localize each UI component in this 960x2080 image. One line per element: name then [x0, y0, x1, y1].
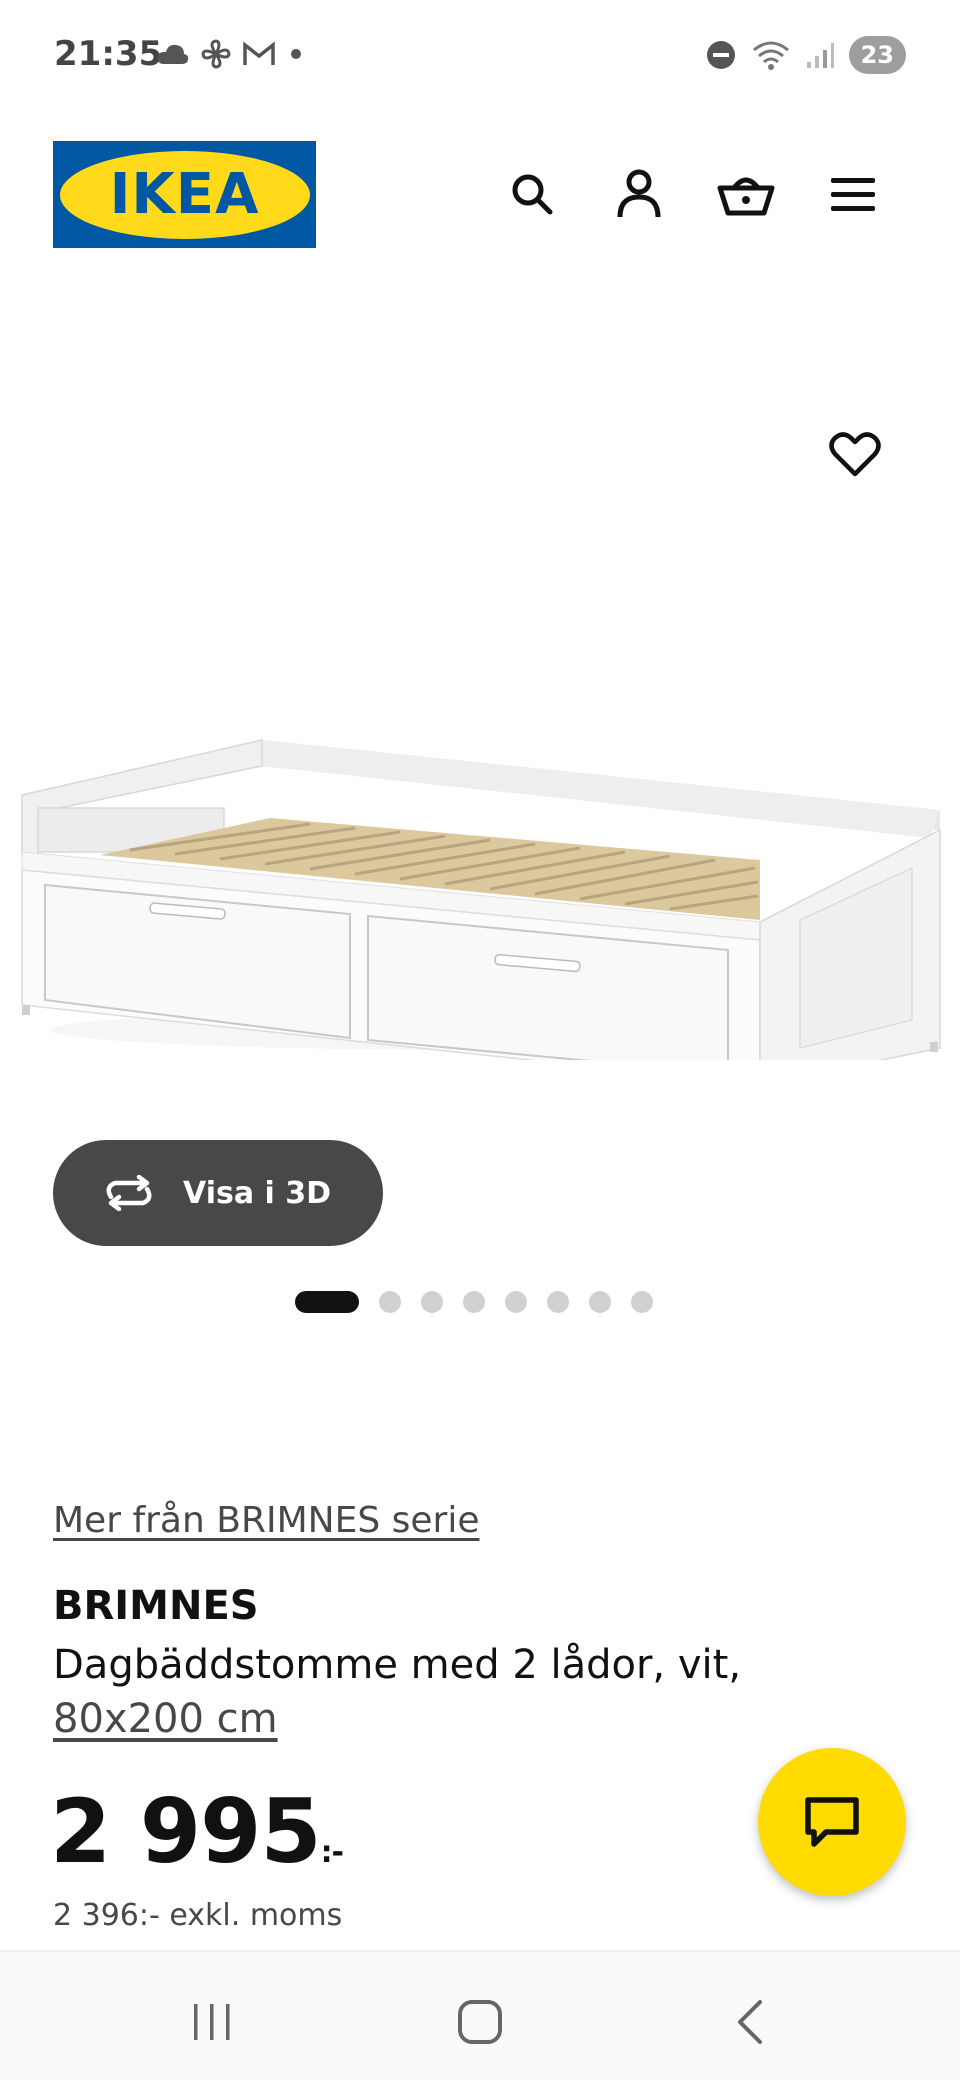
search-icon: [512, 174, 553, 215]
cart-button[interactable]: [714, 162, 778, 226]
product-gallery[interactable]: Visa i 3D: [0, 280, 960, 1390]
system-nav-bar: [0, 1950, 960, 2080]
menu-icon: [831, 178, 875, 211]
product-size-link[interactable]: 80x200 cm: [53, 1696, 278, 1742]
product-description-text: Dagbäddstomme med 2 lådor, vit,: [53, 1642, 742, 1688]
fan-icon: [201, 39, 231, 69]
status-right-icons: 23: [705, 36, 906, 74]
search-button[interactable]: [500, 162, 564, 226]
home-button[interactable]: [450, 1992, 510, 2052]
chat-icon: [805, 1797, 859, 1847]
gallery-dot[interactable]: [547, 1291, 569, 1313]
header: IKEA: [0, 110, 960, 280]
ikea-logo[interactable]: IKEA: [53, 141, 316, 248]
chat-button[interactable]: [758, 1748, 906, 1896]
logo-text: IKEA: [109, 162, 260, 227]
status-bar: 21:35 23: [0, 0, 960, 110]
gmail-icon: [243, 41, 275, 65]
gallery-dot[interactable]: [631, 1291, 653, 1313]
back-icon: [738, 2000, 762, 2044]
home-icon: [458, 2000, 502, 2044]
gallery-dot[interactable]: [421, 1291, 443, 1313]
cloud-icon: [157, 44, 189, 64]
gallery-dot[interactable]: [379, 1291, 401, 1313]
status-left-icons: [156, 38, 306, 70]
logo-ellipse: IKEA: [59, 150, 310, 239]
favourite-button[interactable]: [820, 420, 890, 490]
recent-apps-icon: [194, 2004, 230, 2040]
gallery-dot[interactable]: [505, 1291, 527, 1313]
product-image: [21, 739, 941, 1060]
view-3d-button[interactable]: Visa i 3D: [53, 1140, 383, 1246]
cart-icon: [717, 177, 775, 216]
do-not-disturb-icon: [706, 41, 735, 69]
battery-badge: 23: [848, 36, 906, 74]
status-time: 21:35: [54, 34, 163, 74]
price-suffix: :-: [320, 1835, 344, 1870]
product-price: 2 995:-: [50, 1780, 344, 1883]
dot-icon: [291, 49, 301, 59]
product-description: Dagbäddstomme med 2 lådor, vit, 80x200 c…: [53, 1638, 813, 1746]
recent-apps-button[interactable]: [182, 1992, 242, 2052]
signal-icon: [806, 43, 834, 68]
product-name: BRIMNES: [53, 1583, 259, 1629]
gallery-dot[interactable]: [295, 1291, 359, 1313]
account-button[interactable]: [607, 162, 671, 226]
series-link[interactable]: Mer från BRIMNES serie: [53, 1500, 479, 1541]
gallery-dot[interactable]: [589, 1291, 611, 1313]
gallery-dot[interactable]: [463, 1291, 485, 1313]
back-button[interactable]: [720, 1992, 780, 2052]
price-value: 2 995: [50, 1780, 322, 1883]
view-3d-label: Visa i 3D: [183, 1175, 332, 1211]
wifi-icon: [752, 41, 789, 70]
heart-icon: [829, 432, 881, 477]
price-excl-vat: 2 396:- exkl. moms: [53, 1898, 343, 1933]
rotate-3d-icon: [106, 1175, 152, 1211]
menu-button[interactable]: [821, 162, 885, 226]
account-icon: [617, 169, 661, 218]
gallery-pagination: [0, 1291, 960, 1313]
